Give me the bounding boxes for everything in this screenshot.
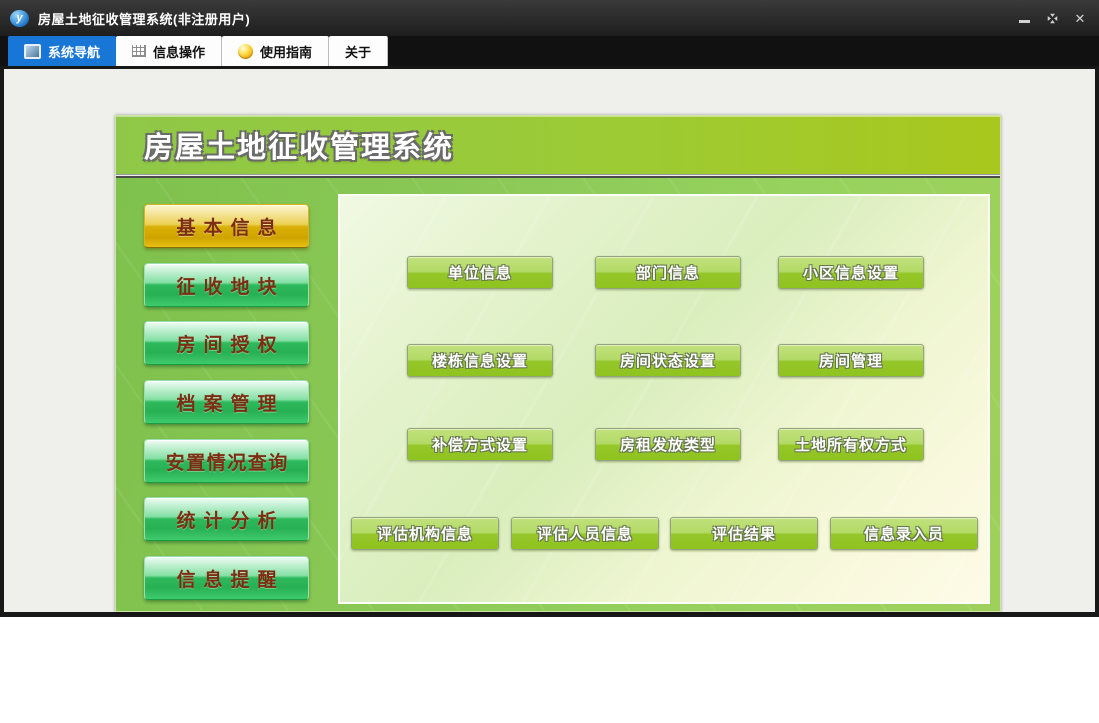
app-window: y 房屋土地征收管理系统(非注册用户) ✕ 系统导航 xyxy=(0,0,1099,617)
assessor-info-button[interactable]: 评估人员信息 xyxy=(511,517,659,550)
restore-button[interactable] xyxy=(1043,9,1061,27)
sidebar-item-statistics-analysis[interactable]: 统计分析 xyxy=(144,497,309,541)
assessment-result-button[interactable]: 评估结果 xyxy=(670,517,818,550)
title-bar: y 房屋土地征收管理系统(非注册用户) ✕ xyxy=(0,0,1099,36)
department-info-button[interactable]: 部门信息 xyxy=(595,256,741,289)
sidebar-item-resettlement-query[interactable]: 安置情况查询 xyxy=(144,439,309,483)
room-management-button[interactable]: 房间管理 xyxy=(778,344,924,377)
community-info-settings-button[interactable]: 小区信息设置 xyxy=(778,256,924,289)
room-status-settings-button[interactable]: 房间状态设置 xyxy=(595,344,741,377)
tab-about[interactable]: 关于 xyxy=(329,36,388,66)
tab-information-operation[interactable]: 信息操作 xyxy=(116,36,222,66)
land-ownership-type-button[interactable]: 土地所有权方式 xyxy=(778,428,924,461)
minimize-icon xyxy=(1019,20,1030,23)
minimize-button[interactable] xyxy=(1015,9,1033,27)
sidebar-item-room-authorization[interactable]: 房间授权 xyxy=(144,321,309,365)
app-logo-icon: y xyxy=(10,10,29,27)
unit-info-button[interactable]: 单位信息 xyxy=(407,256,553,289)
tab-label: 使用指南 xyxy=(260,42,312,61)
close-icon: ✕ xyxy=(1075,12,1086,25)
guide-sphere-icon xyxy=(238,44,253,59)
tab-label: 信息操作 xyxy=(153,42,205,61)
tab-label: 系统导航 xyxy=(48,42,100,61)
page-title: 房屋土地征收管理系统 xyxy=(144,124,454,166)
monitor-icon xyxy=(24,44,41,59)
tab-user-guide[interactable]: 使用指南 xyxy=(222,36,329,66)
sidebar-item-expropriation-plots[interactable]: 征收地块 xyxy=(144,263,309,307)
panel-body: 基本信息 征收地块 房间授权 档案管理 安置情况查询 统计分析 信息提醒 单位信… xyxy=(116,176,1000,611)
close-button[interactable]: ✕ xyxy=(1071,9,1089,27)
info-entry-clerk-button[interactable]: 信息录入员 xyxy=(830,517,978,550)
tab-label: 关于 xyxy=(345,42,371,61)
sidebar-item-info-reminder[interactable]: 信息提醒 xyxy=(144,556,309,600)
window-content: 房屋土地征收管理系统 基本信息 征收地块 房间授权 档案管理 安置情况查询 统计… xyxy=(4,69,1095,612)
restore-icon xyxy=(1046,12,1059,25)
compensation-method-settings-button[interactable]: 补偿方式设置 xyxy=(407,428,553,461)
tab-bar: 系统导航 信息操作 使用指南 关于 xyxy=(0,36,1099,66)
panel-header: 房屋土地征收管理系统 xyxy=(116,116,1000,175)
tab-system-navigation[interactable]: 系统导航 xyxy=(8,36,116,66)
window-title: 房屋土地征收管理系统(非注册用户) xyxy=(38,9,250,28)
grid-icon xyxy=(132,45,146,57)
navigation-panel: 房屋土地征收管理系统 基本信息 征收地块 房间授权 档案管理 安置情况查询 统计… xyxy=(115,115,1001,612)
shortcut-grid-area: 单位信息 部门信息 小区信息设置 楼栋信息设置 房间状态设置 房间管理 补偿方式… xyxy=(338,194,990,604)
building-info-settings-button[interactable]: 楼栋信息设置 xyxy=(407,344,553,377)
sidebar-item-archive-management[interactable]: 档案管理 xyxy=(144,380,309,424)
window-controls: ✕ xyxy=(1015,9,1089,27)
sidebar-item-basic-info[interactable]: 基本信息 xyxy=(144,204,309,248)
assessment-agency-info-button[interactable]: 评估机构信息 xyxy=(351,517,499,550)
rent-distribution-type-button[interactable]: 房租发放类型 xyxy=(595,428,741,461)
